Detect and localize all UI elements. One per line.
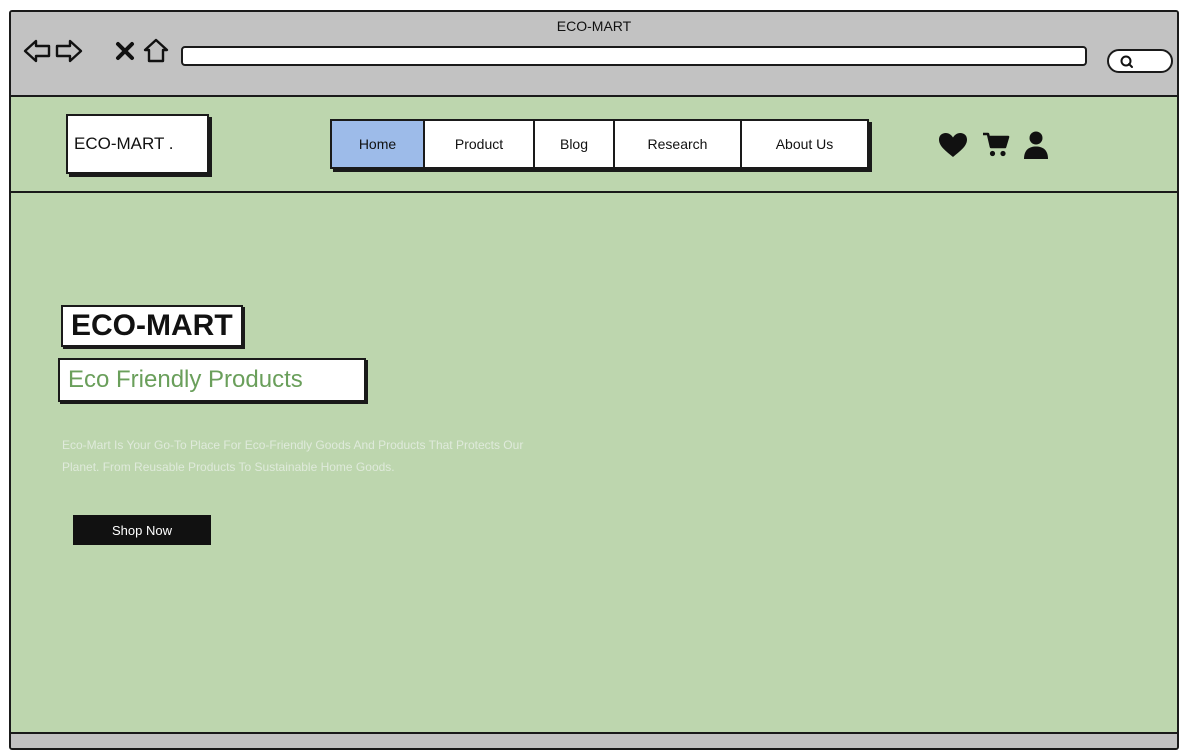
header-divider [11, 191, 1177, 193]
window-title: ECO-MART [556, 18, 632, 34]
user-icon[interactable] [1023, 130, 1049, 160]
address-bar[interactable] [181, 46, 1087, 66]
hero-title: ECO-MART [61, 305, 243, 347]
cart-icon[interactable] [981, 131, 1011, 159]
shop-now-button[interactable]: Shop Now [73, 515, 211, 545]
back-button[interactable] [23, 38, 51, 64]
header-icons [937, 130, 1049, 160]
nav-tab-research[interactable]: Research [615, 121, 742, 167]
stop-button[interactable] [114, 38, 136, 64]
arrow-right-icon [55, 39, 83, 63]
site-logo[interactable]: ECO-MART . [66, 114, 209, 174]
main-nav: Home Product Blog Research About Us [330, 119, 869, 169]
browser-window: ECO-MART ECO-MART . Home Product Blog Re… [9, 10, 1179, 750]
home-button[interactable] [143, 38, 169, 64]
heart-icon[interactable] [937, 131, 969, 159]
nav-tab-home[interactable]: Home [332, 121, 425, 167]
nav-tab-blog[interactable]: Blog [535, 121, 615, 167]
browser-chrome: ECO-MART [11, 12, 1177, 97]
browser-search-button[interactable] [1107, 49, 1173, 73]
nav-tab-product[interactable]: Product [425, 121, 535, 167]
hero-description: Eco-Mart Is Your Go-To Place For Eco-Fri… [62, 438, 524, 474]
nav-tab-about-us[interactable]: About Us [742, 121, 867, 167]
home-icon [143, 38, 169, 63]
forward-button[interactable] [55, 38, 83, 64]
browser-bottom-bar [11, 732, 1177, 748]
arrow-left-icon [23, 39, 51, 63]
close-icon [116, 42, 134, 60]
hero-subtitle: Eco Friendly Products [58, 358, 366, 402]
search-icon [1120, 55, 1133, 68]
